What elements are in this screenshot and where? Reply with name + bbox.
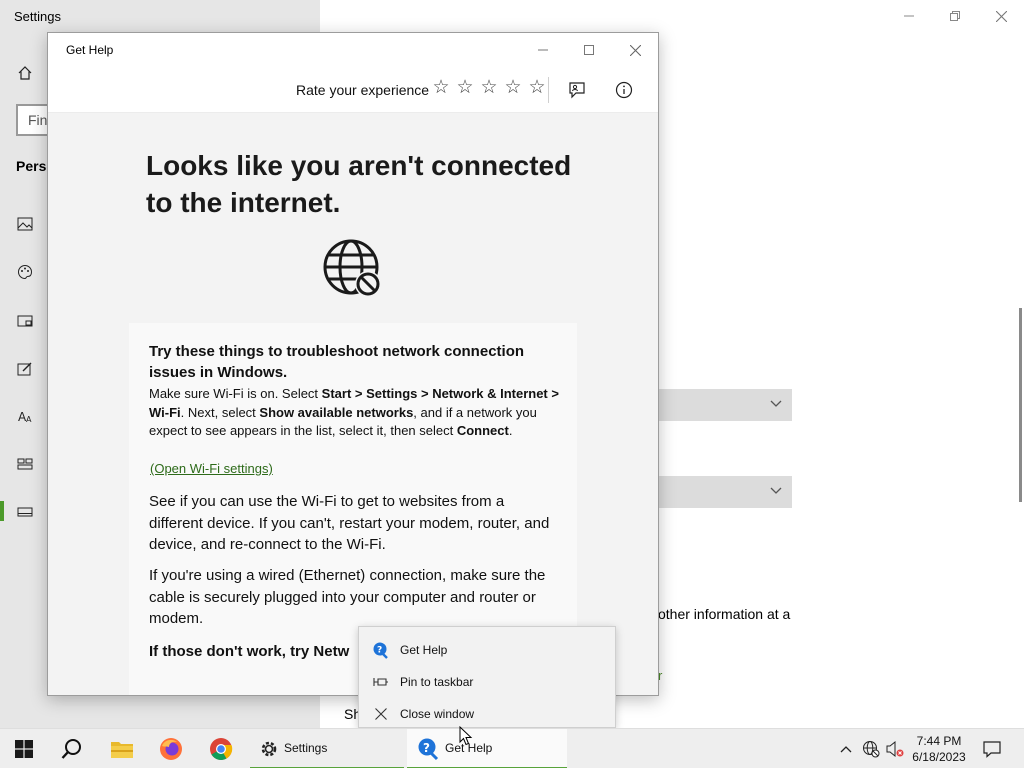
chevron-down-icon (770, 487, 782, 494)
jump-list-close-label: Close window (400, 707, 475, 721)
rating-star-2[interactable]: ☆ (455, 78, 475, 98)
settings-dropdown-2[interactable] (658, 476, 792, 508)
system-clock[interactable]: 7:44 PM 6/18/2023 (906, 733, 972, 765)
windows-logo-icon (15, 740, 33, 758)
settings-title: Settings (14, 9, 61, 24)
folder-icon (111, 742, 133, 758)
home-icon[interactable] (16, 64, 34, 82)
settings-scrollbar[interactable] (1019, 308, 1022, 502)
toolbar-separator (548, 77, 549, 103)
clock-time: 7:44 PM (916, 734, 962, 748)
firefox-icon (160, 738, 182, 760)
jump-list-get-help-label: Get Help (400, 643, 448, 657)
network-disconnected-icon[interactable] (861, 739, 881, 759)
rating-star-3[interactable]: ☆ (479, 78, 499, 98)
get-help-icon: ? (371, 640, 391, 660)
troubleshoot-title: Try these things to troubleshoot network… (149, 343, 525, 381)
show-hidden-icons-chevron-icon[interactable] (836, 739, 856, 759)
lock-screen-icon[interactable] (16, 312, 34, 330)
jump-list-get-help[interactable]: ? Get Help (359, 634, 615, 666)
settings-dropdown-1[interactable] (658, 389, 792, 421)
get-help-icon: ? (418, 738, 439, 761)
search-button[interactable] (48, 729, 96, 768)
chrome-button[interactable] (197, 729, 245, 768)
settings-minimize-button[interactable] (886, 0, 932, 32)
file-explorer-button[interactable] (98, 729, 146, 768)
pin-icon (371, 672, 391, 692)
volume-muted-icon[interactable] (885, 739, 905, 759)
settings-description-text: other information at a (658, 606, 791, 622)
ethernet-paragraph: If you're using a wired (Ethernet) conne… (149, 567, 546, 627)
fonts-icon[interactable]: AA (16, 407, 34, 425)
settings-selected-indicator (0, 501, 4, 521)
chevron-down-icon (770, 400, 782, 407)
action-center-icon[interactable] (982, 739, 1002, 759)
get-help-maximize-button[interactable] (566, 33, 612, 67)
svg-text:A: A (26, 415, 32, 424)
globe-blocked-icon (323, 239, 381, 297)
background-image-icon[interactable] (16, 215, 34, 233)
themes-icon[interactable] (16, 360, 34, 378)
clock-date: 6/18/2023 (912, 750, 966, 764)
svg-text:?: ? (423, 741, 430, 755)
get-help-toolbar: Rate your experience ☆ ☆ ☆ ☆ ☆ (48, 67, 658, 113)
jump-list-close-window[interactable]: Close window (359, 698, 615, 730)
settings-close-button[interactable] (978, 0, 1024, 32)
no-connection-heading: Looks like you aren't connected to the i… (146, 150, 572, 218)
taskbar-get-help-app[interactable]: ? Get Help (407, 729, 567, 768)
gear-icon (261, 741, 277, 757)
chrome-icon (210, 738, 233, 760)
taskbar-settings-icon[interactable] (16, 503, 34, 521)
firefox-button[interactable] (147, 729, 195, 768)
open-wifi-settings-link[interactable]: (Open Wi-Fi settings) (150, 461, 273, 476)
taskbar-settings-app[interactable]: Settings (250, 729, 404, 768)
start-button[interactable] (0, 729, 48, 768)
other-device-paragraph: See if you can use the Wi-Fi to get to w… (149, 493, 550, 553)
rating-star-4[interactable]: ☆ (503, 78, 523, 98)
rating-stars: ☆ ☆ ☆ ☆ ☆ (431, 78, 547, 98)
search-icon (61, 739, 81, 759)
wifi-instructions: Make sure Wi-Fi is on. Select Start > Se… (149, 386, 559, 438)
get-help-titlebar: Get Help (48, 33, 658, 67)
get-help-window: Get Help Rate your experience ☆ ☆ ☆ ☆ ☆ … (47, 32, 659, 696)
rating-star-1[interactable]: ☆ (431, 78, 451, 98)
mouse-cursor-icon (459, 726, 473, 746)
get-help-close-button[interactable] (612, 33, 658, 67)
jump-list-pin-label: Pin to taskbar (400, 675, 474, 689)
info-icon[interactable] (612, 78, 636, 102)
settings-search-placeholder: Fin (28, 112, 48, 128)
svg-text:?: ? (377, 646, 382, 656)
settings-restore-button[interactable] (932, 0, 978, 32)
start-icon[interactable] (16, 455, 34, 473)
rating-star-5[interactable]: ☆ (527, 78, 547, 98)
get-help-minimize-button[interactable] (520, 33, 566, 67)
rate-experience-label: Rate your experience (296, 82, 430, 98)
taskbar-jump-list: ? Get Help Pin to taskbar Close window (358, 626, 616, 728)
taskbar: Settings ? Get Help 7:44 PM 6/18/2023 (0, 728, 1024, 768)
feedback-icon[interactable] (565, 78, 589, 102)
taskbar-settings-label: Settings (284, 741, 328, 755)
close-icon (371, 704, 391, 724)
colors-palette-icon[interactable] (16, 263, 34, 281)
jump-list-pin-to-taskbar[interactable]: Pin to taskbar (359, 666, 615, 698)
get-help-title: Get Help (66, 43, 114, 57)
